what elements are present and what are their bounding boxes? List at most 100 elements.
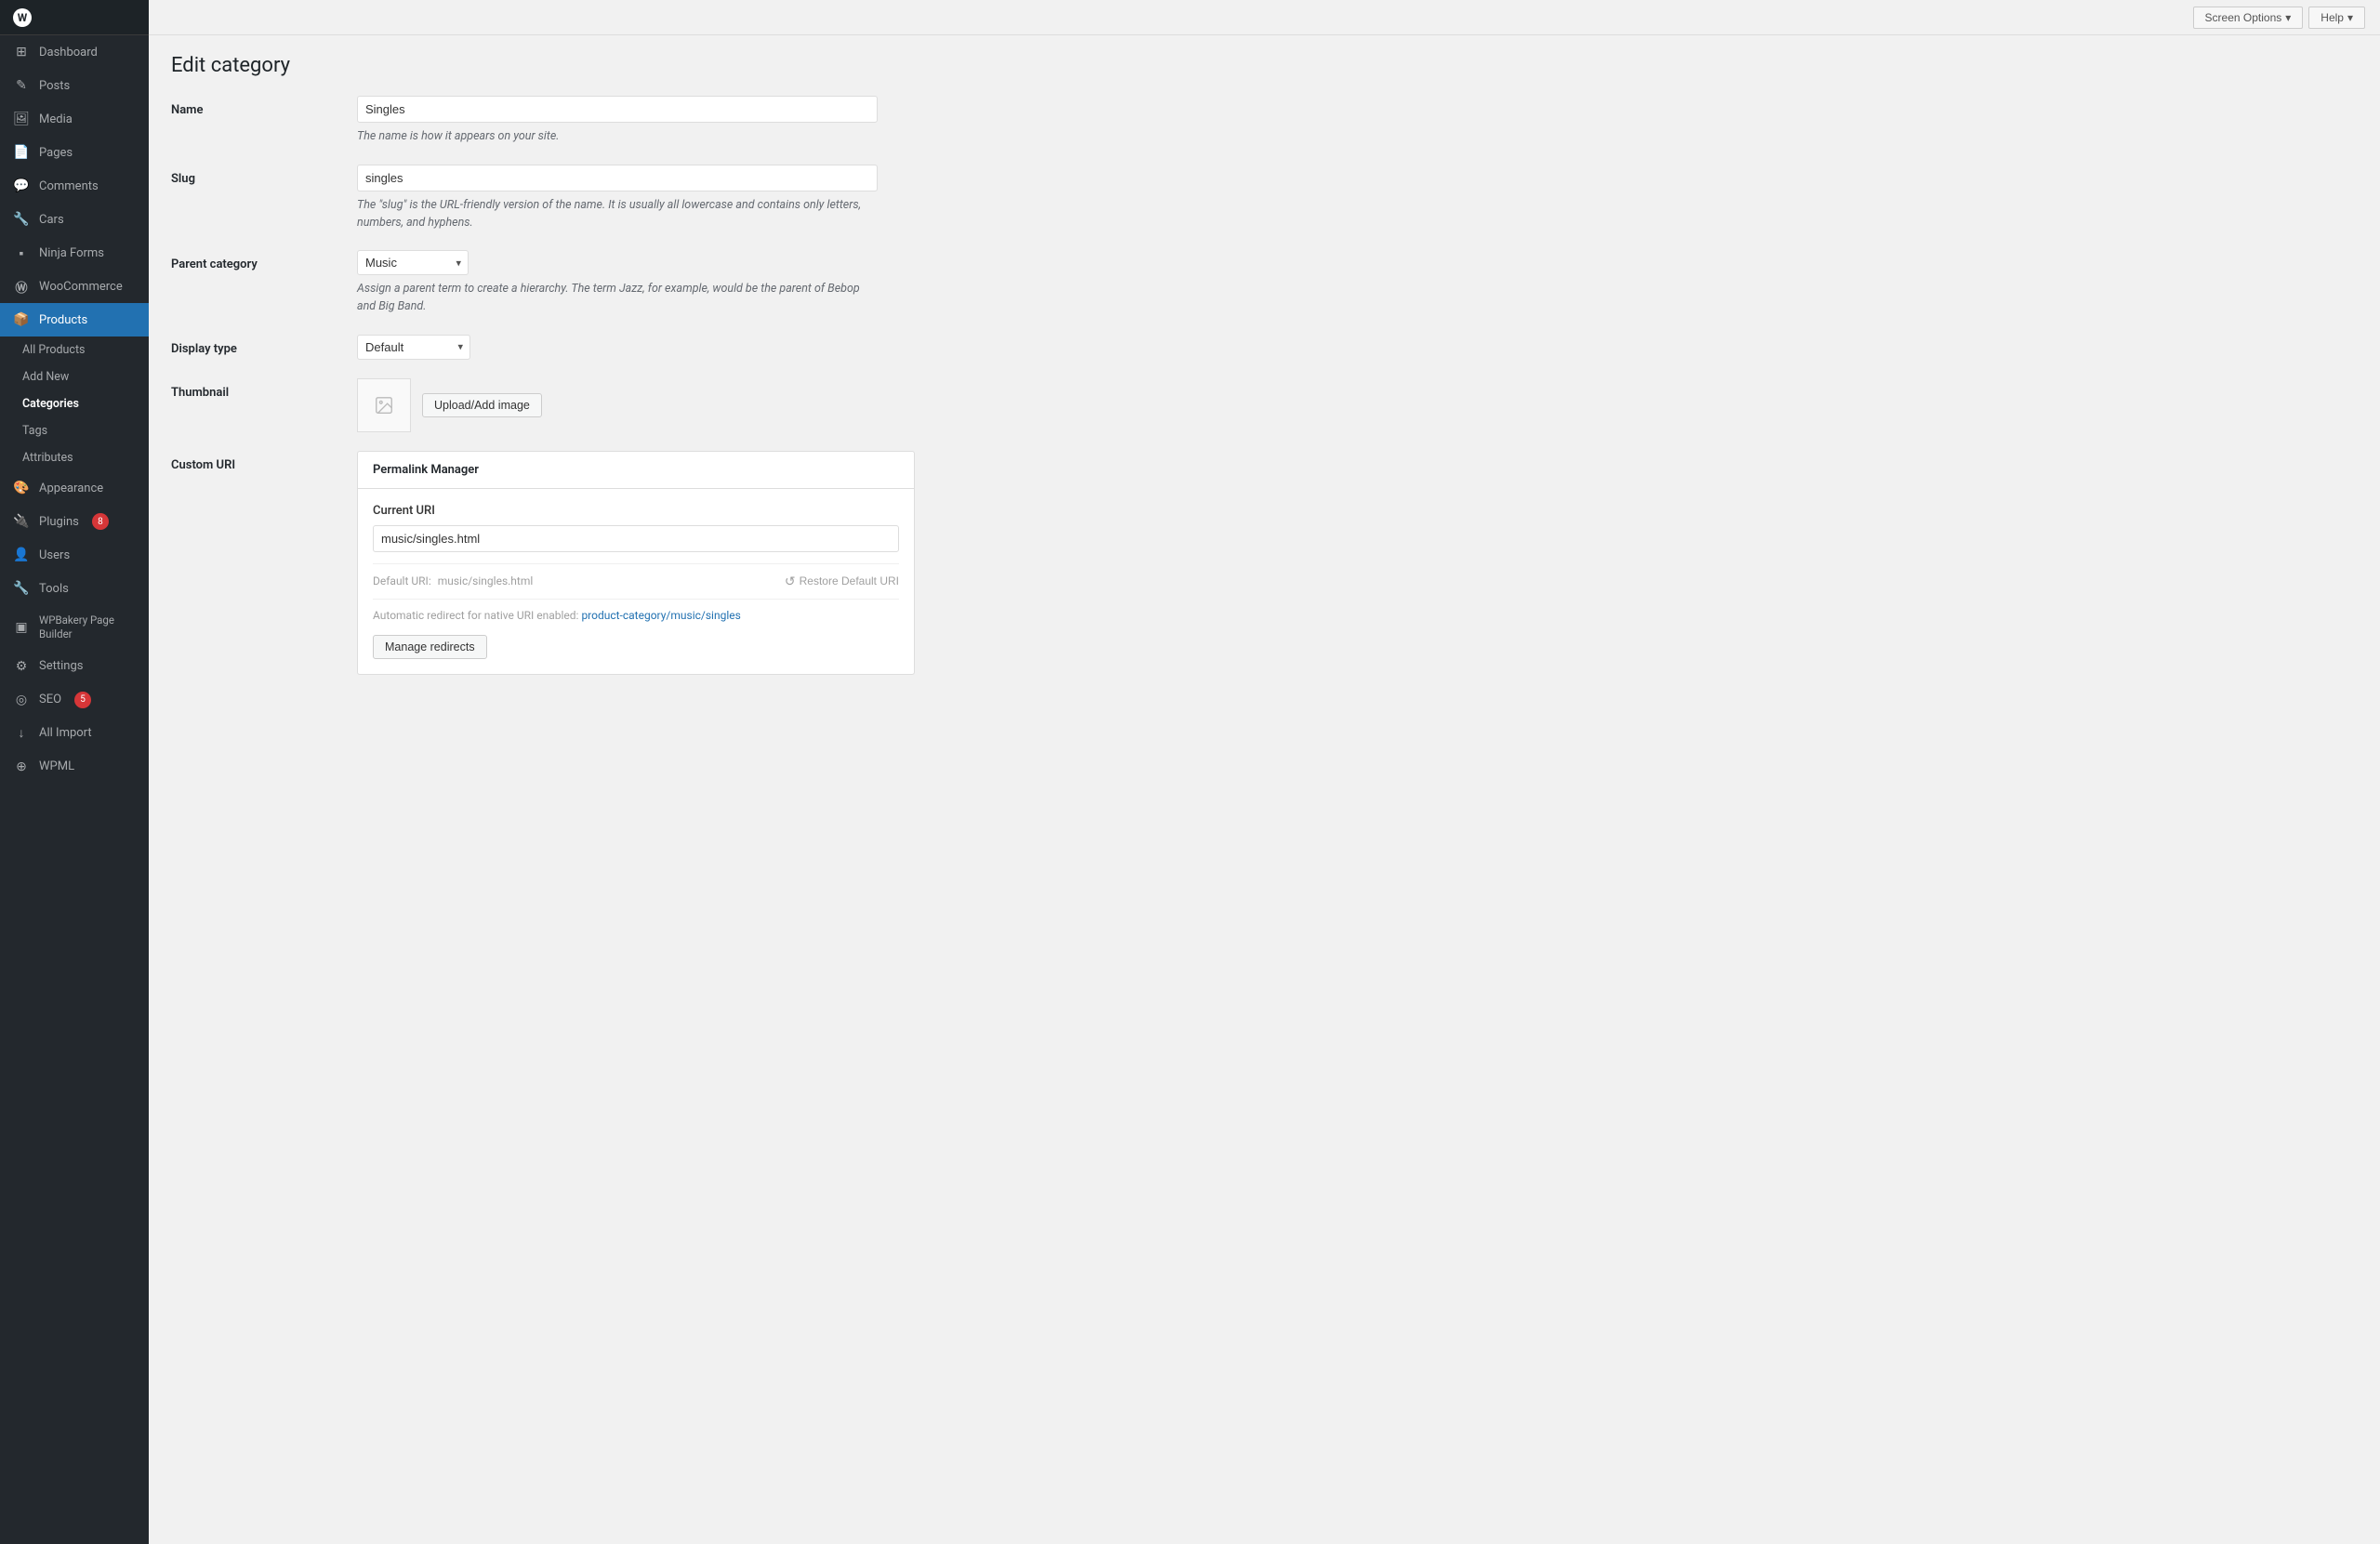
all-products-label: All Products — [22, 343, 86, 357]
sidebar-item-tools[interactable]: 🔧 Tools — [0, 572, 149, 605]
display-type-field: Default Products Subcategories Both — [357, 335, 2358, 360]
restore-icon: ↺ — [785, 574, 796, 589]
display-type-row: Display type Default Products Subcategor… — [171, 335, 2358, 360]
sidebar-item-seo[interactable]: ◎ SEO 5 — [0, 683, 149, 717]
name-row: Name The name is how it appears on your … — [171, 96, 2358, 146]
sidebar-item-cars[interactable]: 🔧 Cars — [0, 203, 149, 236]
thumbnail-placeholder — [357, 378, 411, 432]
tools-icon: 🔧 — [13, 580, 30, 597]
sidebar-item-label: Posts — [39, 79, 70, 93]
parent-category-select-wrapper: Music None — [357, 250, 469, 275]
redirect-link-text: product-category/music/singles — [581, 609, 740, 622]
sidebar-subitem-all-products[interactable]: All Products — [0, 337, 149, 363]
sidebar-item-all-import[interactable]: ↓ All Import — [0, 717, 149, 750]
products-icon: 📦 — [13, 311, 30, 328]
sidebar-item-posts[interactable]: ✎ Posts — [0, 69, 149, 102]
wpbakery-icon: ▣ — [13, 619, 30, 636]
display-type-label: Display type — [171, 335, 357, 360]
sidebar-subitem-tags[interactable]: Tags — [0, 417, 149, 444]
current-uri-input[interactable] — [373, 525, 899, 552]
display-type-select[interactable]: Default Products Subcategories Both — [357, 335, 470, 360]
page-title: Edit category — [171, 54, 2358, 77]
sidebar-subitem-categories[interactable]: Categories — [0, 390, 149, 417]
sidebar-item-wpbakery[interactable]: ▣ WPBakery Page Builder — [0, 605, 149, 650]
content-area: Edit category Name The name is how it ap… — [149, 35, 2380, 1544]
sidebar-item-woocommerce[interactable]: Ⓦ WooCommerce — [0, 270, 149, 303]
plugins-icon: 🔌 — [13, 513, 30, 530]
slug-row: Slug The "slug" is the URL-friendly vers… — [171, 165, 2358, 232]
manage-redirects-button[interactable]: Manage redirects — [373, 635, 487, 659]
sidebar-item-products[interactable]: 📦 Products — [0, 303, 149, 337]
cars-icon: 🔧 — [13, 211, 30, 228]
custom-uri-row: Custom URI Permalink Manager Current URI… — [171, 451, 2358, 675]
permalink-default-uri-row: Default URI: music/singles.html ↺ Restor… — [373, 563, 899, 589]
name-field: The name is how it appears on your site. — [357, 96, 2358, 146]
wpml-icon: ⊕ — [13, 759, 30, 775]
restore-label: Restore Default URI — [800, 574, 899, 587]
help-chevron-icon: ▾ — [2347, 11, 2353, 24]
help-label: Help — [2320, 11, 2344, 24]
sidebar-item-media[interactable]: 🖼 Media — [0, 102, 149, 136]
sidebar-item-appearance[interactable]: 🎨 Appearance — [0, 471, 149, 505]
sidebar-item-settings[interactable]: ⚙ Settings — [0, 650, 149, 683]
sidebar-item-label: Settings — [39, 659, 83, 673]
ninja-forms-icon: ▪ — [13, 244, 30, 261]
default-uri-value: music/singles.html — [438, 574, 534, 587]
permalink-manager-body: Current URI Default URI: music/singles.h… — [358, 489, 914, 674]
categories-label: Categories — [22, 397, 79, 411]
add-new-label: Add New — [22, 370, 69, 384]
display-type-select-wrapper: Default Products Subcategories Both — [357, 335, 470, 360]
topbar: Screen Options ▾ Help ▾ — [149, 0, 2380, 35]
upload-image-button[interactable]: Upload/Add image — [422, 393, 542, 417]
sidebar-item-pages[interactable]: 📄 Pages — [0, 136, 149, 169]
sidebar-item-label: Users — [39, 548, 70, 562]
sidebar-item-plugins[interactable]: 🔌 Plugins 8 — [0, 505, 149, 538]
help-button[interactable]: Help ▾ — [2308, 7, 2365, 29]
sidebar-item-label: WooCommerce — [39, 280, 123, 294]
permalink-manager-title: Permalink Manager — [373, 463, 479, 477]
redirect-link[interactable]: product-category/music/singles — [581, 609, 740, 622]
parent-category-hint: Assign a parent term to create a hierarc… — [357, 281, 878, 316]
sidebar-item-label: Plugins — [39, 515, 79, 529]
pages-icon: 📄 — [13, 144, 30, 161]
default-uri-label: Default URI: — [373, 574, 431, 587]
custom-uri-label: Custom URI — [171, 451, 357, 675]
sidebar-item-label: Pages — [39, 146, 73, 160]
sidebar-logo: W — [0, 0, 149, 35]
sidebar-item-label: WPBakery Page Builder — [39, 614, 136, 641]
sidebar-item-users[interactable]: 👤 Users — [0, 538, 149, 572]
slug-hint: The "slug" is the URL-friendly version o… — [357, 197, 878, 232]
custom-uri-field: Permalink Manager Current URI Default UR… — [357, 451, 2358, 675]
sidebar-item-ninja-forms[interactable]: ▪ Ninja Forms — [0, 236, 149, 270]
attributes-label: Attributes — [22, 451, 73, 465]
wp-logo-icon: W — [13, 8, 32, 27]
all-import-icon: ↓ — [13, 725, 30, 742]
plugins-badge: 8 — [92, 513, 109, 530]
sidebar-item-label: Appearance — [39, 482, 103, 495]
restore-default-uri-button[interactable]: ↺ Restore Default URI — [785, 574, 899, 589]
sidebar-item-label: Products — [39, 313, 87, 327]
parent-category-select[interactable]: Music None — [357, 250, 469, 275]
sidebar-item-dashboard[interactable]: ⊞ Dashboard — [0, 35, 149, 69]
sidebar-item-wpml[interactable]: ⊕ WPML — [0, 750, 149, 784]
sidebar-subitem-add-new[interactable]: Add New — [0, 363, 149, 390]
name-input[interactable] — [357, 96, 878, 123]
sidebar-subitem-attributes[interactable]: Attributes — [0, 444, 149, 471]
thumbnail-field: Upload/Add image — [357, 378, 2358, 432]
tags-label: Tags — [22, 424, 47, 438]
appearance-icon: 🎨 — [13, 480, 30, 496]
upload-image-label: Upload/Add image — [434, 399, 530, 412]
sidebar-item-label: Media — [39, 112, 73, 126]
settings-icon: ⚙ — [13, 658, 30, 675]
sidebar-item-label: Tools — [39, 582, 69, 596]
slug-input[interactable] — [357, 165, 878, 191]
parent-category-label: Parent category — [171, 250, 357, 316]
sidebar: W ⊞ Dashboard ✎ Posts 🖼 Media 📄 Pages 💬 … — [0, 0, 149, 1544]
slug-label: Slug — [171, 165, 357, 232]
screen-options-label: Screen Options — [2205, 11, 2282, 24]
sidebar-item-comments[interactable]: 💬 Comments — [0, 169, 149, 203]
parent-category-row: Parent category Music None Assign a pare… — [171, 250, 2358, 316]
sidebar-item-label: Cars — [39, 213, 64, 227]
permalink-manager-box: Permalink Manager Current URI Default UR… — [357, 451, 915, 675]
screen-options-button[interactable]: Screen Options ▾ — [2193, 7, 2304, 29]
